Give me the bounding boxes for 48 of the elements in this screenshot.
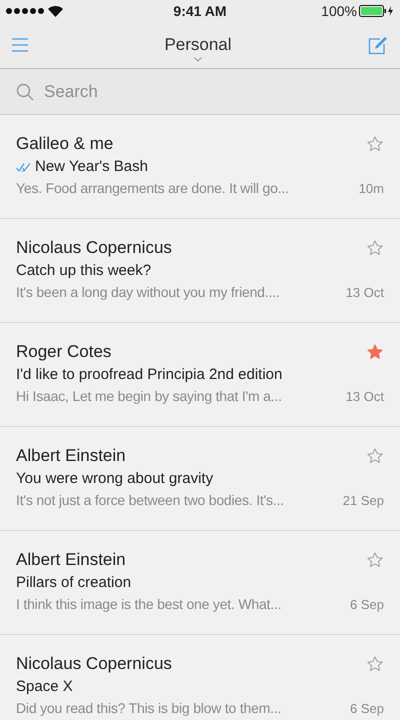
compose-icon[interactable]: [368, 36, 388, 54]
signal-icon: [5, 7, 45, 15]
wifi-icon: [48, 6, 63, 16]
message-row[interactable]: Galileo & me New Year's Bash Yes. Food arrangements are done. It will go... 10m: [0, 115, 400, 219]
message-subject: Space X: [16, 677, 73, 697]
message-date: 13 Oct: [346, 388, 384, 406]
message-row[interactable]: Roger Cotes I'd like to proofread Principia 2nd edition Hi Isaac, Let me begin by saying that I'm a... 13 Oct: [0, 323, 400, 427]
message-subject: You were wrong about gravity: [16, 469, 214, 489]
message-subject: Catch up this week?: [16, 261, 152, 281]
search-icon: [16, 82, 34, 100]
message-preview: It's not just a force between two bodies. It's...: [16, 491, 284, 509]
chevron-down-icon[interactable]: [194, 57, 202, 62]
star-icon[interactable]: [366, 655, 384, 673]
message-preview: I think this image is the best one yet. What...: [16, 595, 282, 613]
star-icon[interactable]: [366, 551, 384, 569]
sender-name: Albert Einstein: [16, 445, 126, 467]
message-row[interactable]: Albert Einstein Pillars of creation I think this image is the best one yet. What... 6 Sep: [0, 531, 400, 635]
message-preview: Did you read this? This is big blow to them...: [16, 699, 282, 717]
message-date: 6 Sep: [350, 596, 384, 614]
star-icon[interactable]: [366, 447, 384, 465]
search-field[interactable]: Search: [44, 78, 344, 104]
battery-percent: 100%: [321, 2, 357, 20]
star-icon[interactable]: [366, 135, 384, 153]
sender-name: Roger Cotes: [16, 341, 112, 363]
sender-name: Nicolaus Copernicus: [16, 237, 172, 259]
message-subject: Pillars of creation: [16, 573, 132, 593]
battery-icon: [358, 5, 395, 17]
message-subject: New Year's Bash: [35, 157, 148, 177]
message-date: 21 Sep: [342, 492, 384, 510]
star-icon[interactable]: [366, 343, 384, 361]
message-row[interactable]: Albert Einstein You were wrong about gravity It's not just a force between two bodies. It's... 21 Sep: [0, 427, 400, 531]
message-preview: It's been a long day without you my friend....: [16, 283, 280, 301]
message-subject: I'd like to proofread Principia 2nd edition: [16, 365, 282, 385]
message-preview: Hi Isaac, Let me begin by saying that I'm a...: [16, 387, 282, 405]
sender-name: Nicolaus Copernicus: [16, 653, 172, 675]
menu-icon[interactable]: [12, 38, 28, 52]
search-bar[interactable]: Search: [0, 69, 400, 115]
star-icon[interactable]: [366, 239, 384, 257]
message-row[interactable]: Nicolaus Copernicus Catch up this week? It's been a long day without you my friend.... 13 Oct: [0, 219, 400, 323]
message-preview: Yes. Food arrangements are done. It will go...: [16, 179, 289, 197]
message-date: 13 Oct: [346, 284, 384, 302]
sender-name: Galileo & me: [16, 133, 114, 155]
status-time: 9:41 AM: [173, 2, 227, 20]
message-date: 10m: [358, 180, 384, 198]
message-row[interactable]: Nicolaus Copernicus Space X Did you read this? This is big blow to them... 6 Sep: [0, 635, 400, 720]
message-date: 6 Sep: [350, 700, 384, 718]
sender-name: Albert Einstein: [16, 549, 126, 571]
mailbox-title[interactable]: Personal: [164, 32, 232, 58]
